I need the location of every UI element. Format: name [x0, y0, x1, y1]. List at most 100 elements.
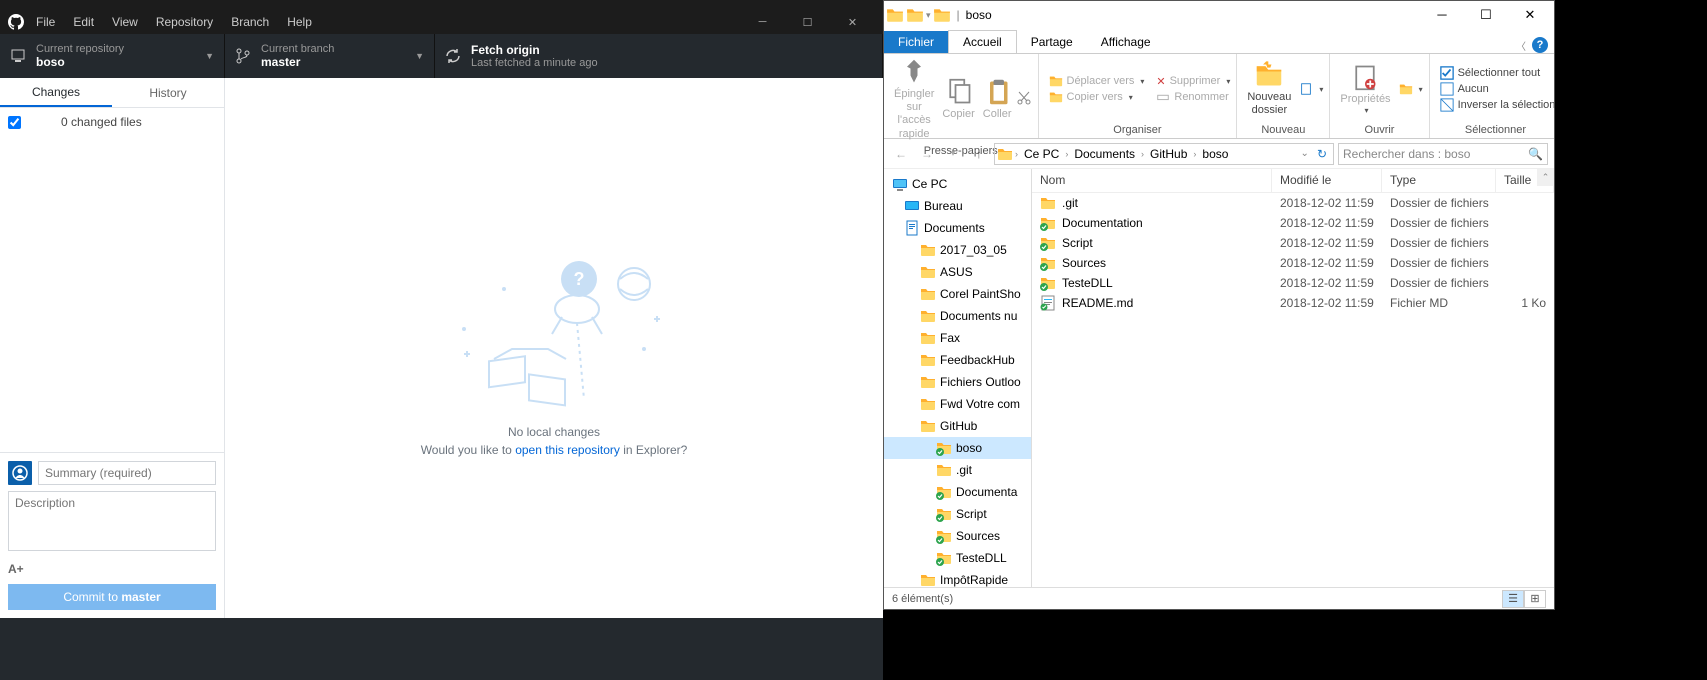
- breadcrumb-segment[interactable]: Ce PC: [1020, 147, 1063, 161]
- tree-label: Corel PaintSho: [940, 287, 1021, 301]
- add-coauthor-button[interactable]: A+: [8, 562, 216, 576]
- tab-history[interactable]: History: [112, 78, 224, 107]
- tree-node[interactable]: Documenta: [884, 481, 1031, 503]
- copy-button[interactable]: Copier: [938, 76, 978, 123]
- tab-share[interactable]: Partage: [1017, 31, 1087, 53]
- commit-button[interactable]: Commit to master: [8, 584, 216, 610]
- tree-node[interactable]: Documents: [884, 217, 1031, 239]
- tab-file[interactable]: Fichier: [884, 31, 948, 53]
- icons-view-button[interactable]: ⊞: [1524, 590, 1546, 608]
- tree-node[interactable]: TesteDLL: [884, 547, 1031, 569]
- tree-node[interactable]: Fwd Votre com: [884, 393, 1031, 415]
- address-bar[interactable]: › Ce PC › Documents › GitHub › boso ⌄ ↻: [994, 143, 1334, 165]
- breadcrumb-segment[interactable]: GitHub: [1146, 147, 1191, 161]
- chevron-right-icon[interactable]: ›: [1013, 149, 1020, 159]
- back-button[interactable]: ←: [890, 143, 912, 165]
- file-row[interactable]: README.md2018-12-02 11:59Fichier MD1 Ko: [1032, 293, 1554, 313]
- folder-icon: [920, 286, 936, 302]
- summary-input[interactable]: [38, 461, 216, 485]
- repo-value: boso: [36, 55, 124, 69]
- paste-button[interactable]: Coller: [979, 76, 1016, 123]
- dropdown-icon[interactable]: ⌄: [1301, 148, 1313, 159]
- file-row[interactable]: Documentation2018-12-02 11:59Dossier de …: [1032, 213, 1554, 233]
- minimize-button[interactable]: ─: [1420, 1, 1464, 29]
- forward-button[interactable]: →: [916, 143, 938, 165]
- pin-button[interactable]: Épingler sur l'accès rapide: [890, 56, 938, 143]
- open-repo-link[interactable]: open this repository: [515, 443, 620, 457]
- description-input[interactable]: [8, 491, 216, 551]
- tree-node[interactable]: Sources: [884, 525, 1031, 547]
- menu-help[interactable]: Help: [287, 15, 312, 29]
- branch-selector[interactable]: Current branchmaster ▼: [225, 34, 435, 78]
- file-row[interactable]: .git2018-12-02 11:59Dossier de fichiers: [1032, 193, 1554, 213]
- select-all-button[interactable]: Sélectionner tout: [1440, 66, 1556, 80]
- breadcrumb-segment[interactable]: boso: [1198, 147, 1232, 161]
- select-all-checkbox[interactable]: [8, 116, 21, 129]
- tree-node[interactable]: Script: [884, 503, 1031, 525]
- new-folder-button[interactable]: Nouveau dossier: [1243, 59, 1295, 119]
- breadcrumb-segment[interactable]: Documents: [1070, 147, 1139, 161]
- fetch-button[interactable]: Fetch originLast fetched a minute ago: [435, 34, 883, 78]
- maximize-button[interactable]: ☐: [785, 10, 830, 34]
- scissors-icon[interactable]: [1016, 90, 1032, 106]
- file-row[interactable]: Script2018-12-02 11:59Dossier de fichier…: [1032, 233, 1554, 253]
- tree-node[interactable]: Fichiers Outloo: [884, 371, 1031, 393]
- scroll-up-icon[interactable]: ⌃: [1537, 169, 1554, 186]
- tree-node[interactable]: Fax: [884, 327, 1031, 349]
- file-row[interactable]: Sources2018-12-02 11:59Dossier de fichie…: [1032, 253, 1554, 273]
- copy-to-button[interactable]: Copier vers▾: [1049, 90, 1145, 104]
- recent-button[interactable]: ▾: [942, 143, 964, 165]
- tab-home[interactable]: Accueil: [948, 30, 1017, 53]
- menu-view[interactable]: View: [112, 15, 138, 29]
- search-input[interactable]: Rechercher dans : boso 🔍: [1338, 143, 1548, 165]
- menu-edit[interactable]: Edit: [73, 15, 94, 29]
- file-type: Dossier de fichiers: [1382, 196, 1496, 210]
- tree-node[interactable]: ASUS: [884, 261, 1031, 283]
- tree-node[interactable]: Bureau: [884, 195, 1031, 217]
- rename-button[interactable]: Renommer: [1156, 90, 1230, 104]
- move-to-button[interactable]: Déplacer vers▾: [1049, 74, 1145, 88]
- chevron-right-icon[interactable]: ›: [1139, 149, 1146, 159]
- tree-node[interactable]: Documents nu: [884, 305, 1031, 327]
- menu-repository[interactable]: Repository: [156, 15, 213, 29]
- file-row[interactable]: TesteDLL2018-12-02 11:59Dossier de fichi…: [1032, 273, 1554, 293]
- new-item-button[interactable]: ▾: [1299, 82, 1323, 96]
- tree-node[interactable]: 2017_03_05: [884, 239, 1031, 261]
- menu-file[interactable]: File: [36, 15, 55, 29]
- tree-node[interactable]: FeedbackHub: [884, 349, 1031, 371]
- chevron-right-icon[interactable]: ›: [1063, 149, 1070, 159]
- tree-node[interactable]: GitHub: [884, 415, 1031, 437]
- help-icon[interactable]: ?: [1532, 37, 1548, 53]
- minimize-button[interactable]: ─: [740, 10, 785, 34]
- tab-changes[interactable]: Changes: [0, 78, 112, 107]
- tree-node[interactable]: boso: [884, 437, 1031, 459]
- invert-selection-button[interactable]: Inverser la sélection: [1440, 98, 1556, 112]
- col-modified[interactable]: Modifié le: [1272, 169, 1382, 192]
- chevron-right-icon[interactable]: ›: [1191, 149, 1198, 159]
- properties-button[interactable]: Propriétés▾: [1336, 61, 1394, 118]
- tree-node[interactable]: .git: [884, 459, 1031, 481]
- close-button[interactable]: ✕: [1508, 1, 1552, 29]
- column-headers: Nom Modifié le Type Taille: [1032, 169, 1554, 193]
- nav-tree[interactable]: Ce PCBureauDocuments2017_03_05ASUS Corel …: [884, 169, 1032, 587]
- maximize-button[interactable]: ☐: [1464, 1, 1508, 29]
- folder-icon: [920, 330, 936, 346]
- folder-icon[interactable]: [906, 6, 924, 24]
- tab-view[interactable]: Affichage: [1087, 31, 1165, 53]
- collapse-ribbon-icon[interactable]: 〈: [1516, 38, 1526, 53]
- up-button[interactable]: ↑: [968, 143, 990, 165]
- refresh-icon[interactable]: ↻: [1313, 147, 1331, 161]
- delete-button[interactable]: ✕Supprimer▾: [1156, 75, 1230, 88]
- tree-node[interactable]: Corel PaintSho: [884, 283, 1031, 305]
- tree-node[interactable]: ImpôtRapide: [884, 569, 1031, 587]
- select-none-button[interactable]: Aucun: [1440, 82, 1556, 96]
- repo-selector[interactable]: Current repositoryboso ▼: [0, 34, 225, 78]
- menu-branch[interactable]: Branch: [231, 15, 269, 29]
- tree-node[interactable]: Ce PC: [884, 173, 1031, 195]
- open-button[interactable]: ▾: [1399, 82, 1423, 96]
- title-bar[interactable]: ▾ | boso ─ ☐ ✕: [884, 1, 1554, 29]
- col-type[interactable]: Type: [1382, 169, 1496, 192]
- details-view-button[interactable]: ☰: [1502, 590, 1524, 608]
- close-button[interactable]: ✕: [830, 10, 875, 34]
- col-name[interactable]: Nom: [1032, 169, 1272, 192]
